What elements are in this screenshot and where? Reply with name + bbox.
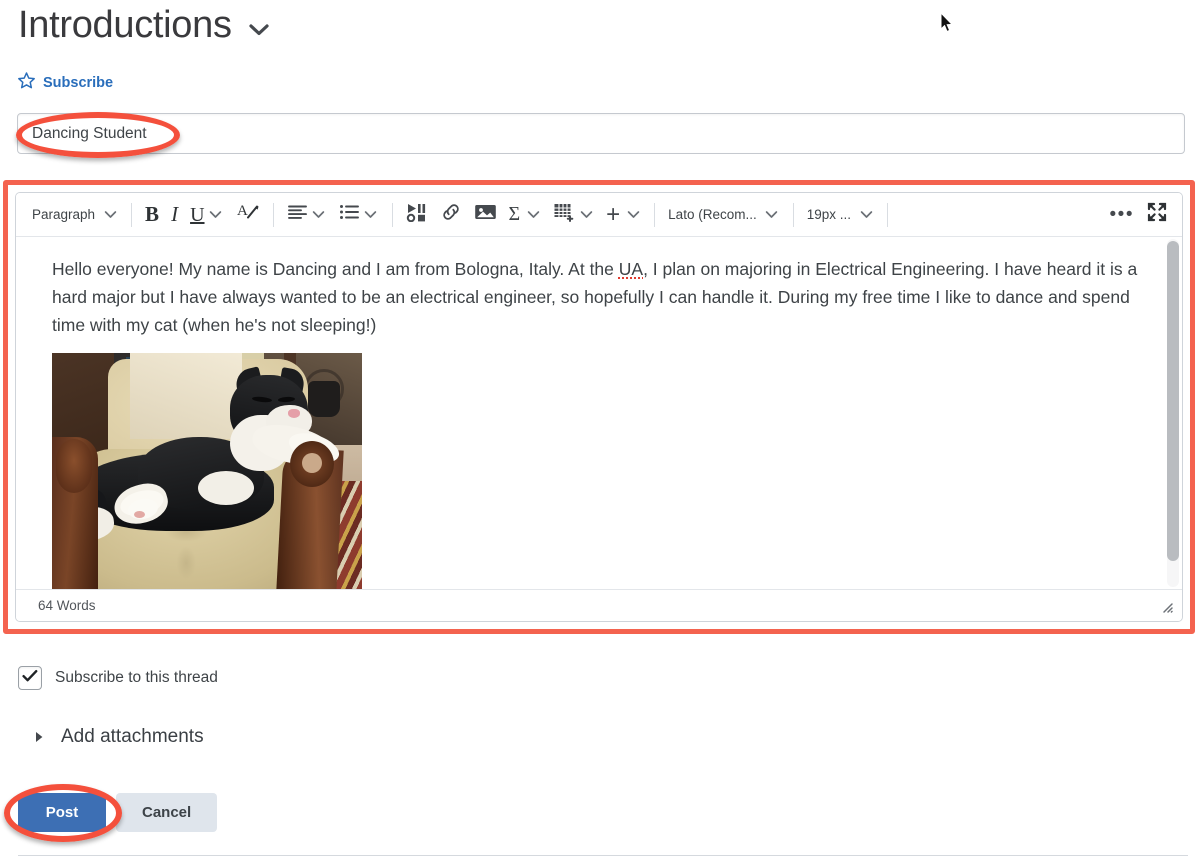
post-paragraph: Hello everyone! My name is Dancing and I… [52, 255, 1142, 339]
font-size-dropdown[interactable]: 19px ... [801, 200, 880, 230]
subscribe-thread-label: Subscribe to this thread [55, 669, 218, 686]
image-detail [198, 471, 254, 505]
action-button-row: Post Cancel [18, 793, 218, 832]
post-button[interactable]: Post [18, 793, 106, 832]
svg-text:A: A [237, 203, 248, 219]
insert-image-button[interactable] [468, 200, 503, 230]
page-title: Introductions [18, 4, 232, 46]
image-detail [288, 409, 300, 418]
toolbar-separator [887, 202, 888, 227]
align-button[interactable] [281, 200, 333, 230]
star-outline-icon [17, 71, 36, 95]
paragraph-style-label: Paragraph [32, 207, 96, 222]
subscribe-label: Subscribe [43, 75, 114, 91]
insert-table-button[interactable] [547, 200, 600, 230]
editor-toolbar: Paragraph B I U A Σ + Lato (Recom... 19p… [16, 193, 1182, 237]
toolbar-separator [654, 202, 656, 227]
image-detail [308, 381, 340, 417]
chevron-down-icon [311, 207, 327, 223]
word-count-label: 64 Words [38, 598, 96, 613]
paragraph-style-dropdown[interactable]: Paragraph [26, 200, 124, 230]
mouse-arrow-cursor [940, 11, 954, 34]
page-header: Introductions [18, 2, 272, 48]
list-button[interactable] [333, 200, 385, 230]
fullscreen-icon [1146, 201, 1168, 228]
insert-table-icon [553, 202, 575, 227]
subscribe-thread-checkbox[interactable] [18, 666, 42, 690]
image-detail [302, 453, 322, 473]
insert-media-button[interactable] [400, 200, 434, 230]
font-family-dropdown[interactable]: Lato (Recom... [662, 200, 786, 230]
image-detail [134, 511, 145, 518]
equation-label: Σ [508, 203, 521, 225]
toolbar-separator [131, 202, 133, 227]
insert-link-button[interactable] [434, 200, 468, 230]
misspelled-word: UA [618, 259, 644, 279]
font-size-label: 19px ... [806, 207, 851, 222]
more-options-button[interactable]: ••• [1104, 200, 1140, 230]
image-detail [56, 439, 92, 493]
italic-button[interactable]: I [165, 200, 184, 230]
thread-subject-input[interactable] [17, 113, 1185, 154]
editor-scrollbar-thumb[interactable] [1167, 241, 1179, 561]
insert-image-icon [474, 202, 497, 227]
rich-text-editor: Paragraph B I U A Σ + Lato (Recom... 19p… [15, 192, 1183, 622]
bold-label: B [145, 202, 160, 226]
clear-formatting-icon: A [236, 201, 260, 228]
fullscreen-button[interactable] [1140, 200, 1174, 230]
plus-icon: + [606, 200, 621, 228]
subscribe-link[interactable]: Subscribe [17, 71, 113, 95]
insert-link-icon [440, 202, 462, 227]
clear-formatting-button[interactable]: A [230, 200, 266, 230]
insert-equation-button[interactable]: Σ [503, 200, 548, 230]
resize-grip-icon[interactable] [1158, 598, 1174, 614]
discussion-reply-page: Introductions Subscribe Paragraph [0, 0, 1201, 864]
chevron-down-icon [858, 207, 874, 223]
bottom-divider [18, 855, 1188, 856]
editor-highlight-annotation: Paragraph B I U A Σ + Lato (Recom... 19p… [3, 180, 1195, 634]
add-attachments-label: Add attachments [61, 726, 204, 747]
more-horizontal-icon: ••• [1109, 204, 1134, 225]
post-text-part1: Hello everyone! My name is Dancing and I… [52, 259, 619, 279]
underline-label: U [190, 203, 205, 226]
editor-body: Hello everyone! My name is Dancing and I… [16, 237, 1182, 589]
checkmark-icon [22, 669, 38, 688]
toolbar-separator [391, 202, 393, 227]
chevron-down-icon [102, 207, 118, 223]
chevron-down-icon [525, 207, 541, 223]
chevron-down-icon [764, 207, 780, 223]
chevron-down-icon [578, 207, 594, 223]
toolbar-separator [272, 202, 274, 227]
cancel-button[interactable]: Cancel [116, 793, 218, 832]
insert-media-icon [406, 202, 428, 227]
subscribe-thread-checkbox-row[interactable]: Subscribe to this thread [18, 666, 218, 690]
toolbar-separator [792, 202, 794, 227]
chevron-down-icon [208, 207, 224, 223]
thread-subject-field-wrapper [17, 113, 1185, 154]
image-detail [130, 353, 242, 439]
insert-more-button[interactable]: + [600, 200, 647, 230]
editor-status-bar: 64 Words [16, 589, 1182, 621]
bulleted-list-icon [339, 203, 360, 226]
chevron-down-icon [625, 207, 641, 223]
triangle-right-icon [33, 730, 45, 744]
add-attachments-toggle[interactable]: Add attachments [33, 726, 204, 748]
font-family-label: Lato (Recom... [668, 207, 757, 222]
embedded-cat-image[interactable] [52, 353, 362, 589]
align-left-icon [287, 203, 308, 226]
underline-button[interactable]: U [184, 200, 229, 230]
bold-button[interactable]: B [139, 200, 165, 230]
editor-content-area[interactable]: Hello everyone! My name is Dancing and I… [16, 237, 1182, 589]
chevron-down-icon [363, 207, 379, 223]
italic-label: I [171, 202, 179, 226]
chevron-down-icon[interactable] [246, 17, 272, 43]
